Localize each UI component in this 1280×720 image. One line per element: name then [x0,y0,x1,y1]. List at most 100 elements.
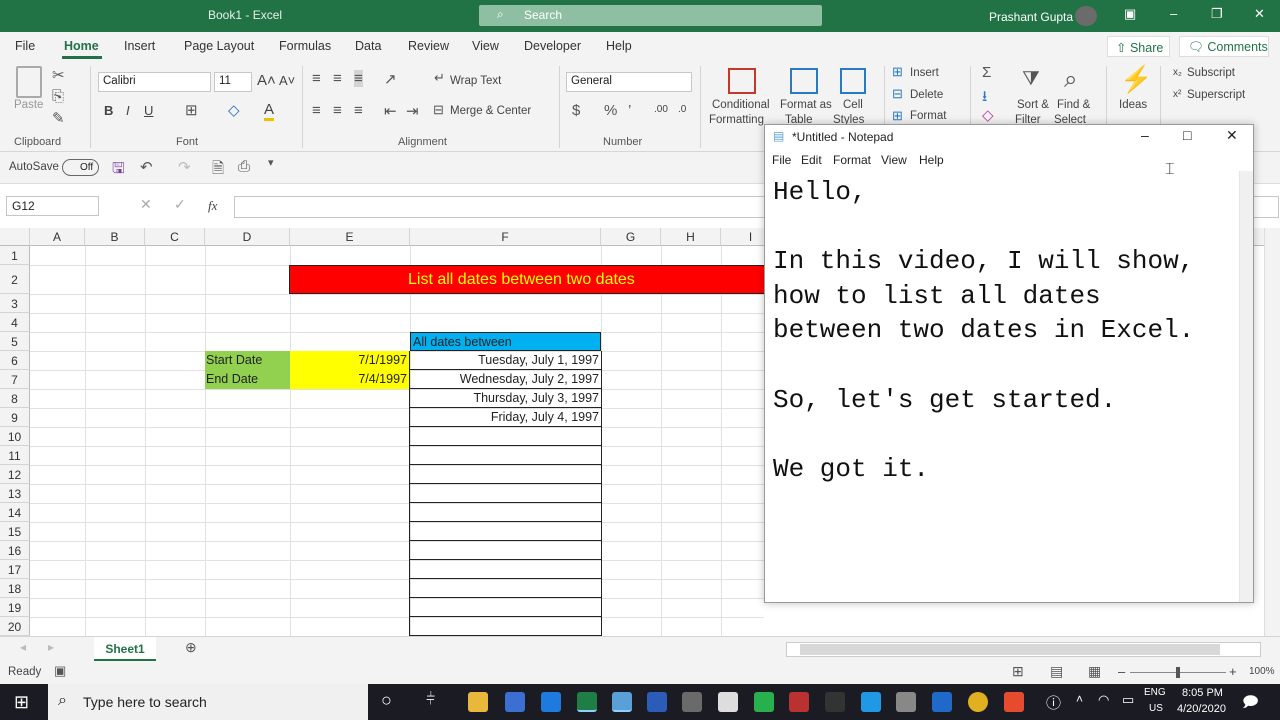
align-left-icon[interactable]: ≡ [312,102,321,119]
store-icon[interactable] [505,692,525,712]
font-color-icon[interactable]: A [264,101,275,121]
tab-insert[interactable]: Insert [124,39,155,53]
font-name-combo[interactable]: Calibri [98,72,211,92]
tab-home[interactable]: Home [64,39,99,53]
notepad-taskbar-icon[interactable] [612,692,632,712]
avatar[interactable] [1075,6,1097,26]
decrease-indent-icon[interactable]: ⇤ [384,102,397,120]
align-center-icon[interactable]: ≡ [333,102,342,119]
format-cells-icon[interactable]: ⊞ [892,108,903,124]
outlook-icon[interactable] [932,692,952,712]
format-painter-icon[interactable]: ✎ [52,109,65,127]
column-header-g[interactable]: G [601,228,661,246]
excel-taskbar-icon[interactable] [577,692,597,712]
clock-time[interactable]: 8:05 PM [1182,687,1223,699]
tab-review[interactable]: Review [408,39,449,53]
column-header-d[interactable]: D [205,228,290,246]
column-header-b[interactable]: B [85,228,145,246]
windows-start-icon[interactable]: ⊞ [14,692,29,713]
date-cell[interactable] [410,579,601,598]
delete-cells-icon[interactable]: ⊟ [892,86,903,102]
date-cell[interactable] [410,484,601,503]
notepad-menu-edit[interactable]: Edit [801,153,822,167]
notepad-title-bar[interactable]: ▤ *Untitled - Notepad – □ ✕ [765,125,1253,149]
comma-icon[interactable]: ’ [628,102,631,119]
date-cell[interactable] [410,617,601,636]
row-header[interactable]: 19 [0,598,30,617]
word-icon[interactable] [647,692,667,712]
currency-icon[interactable]: $ [572,102,580,119]
save-icon[interactable]: 🖫 [112,158,125,183]
row-header[interactable]: 7 [0,370,30,389]
paste-label[interactable]: Paste [14,99,43,111]
conditional-label[interactable]: Conditional [712,99,770,111]
camtasia-icon[interactable] [754,692,774,712]
share-button[interactable]: ⇧ Share [1107,36,1170,57]
sheet-tab-sheet1[interactable]: Sheet1 [94,637,156,661]
snagit-icon[interactable] [1004,692,1024,712]
align-top-icon[interactable]: ≡ [312,70,321,87]
cell-styles-icon[interactable] [840,68,866,94]
row-header[interactable]: 20 [0,617,30,636]
ideas-icon[interactable]: ⚡ [1120,64,1152,95]
align-middle-icon[interactable]: ≡ [333,70,342,87]
column-header-c[interactable]: C [145,228,205,246]
sheet-title-banner[interactable]: List all dates between two dates [289,265,765,294]
copy-icon[interactable]: ⎘ [52,88,64,105]
row-header[interactable]: 12 [0,465,30,484]
cut-icon[interactable]: ✂ [52,66,65,84]
zoom-out-icon[interactable]: – [1118,664,1125,679]
align-bottom-icon[interactable]: ≡ [354,70,363,87]
notification-icon[interactable]: 🗩 [1242,692,1259,717]
row-header[interactable]: 13 [0,484,30,503]
align-right-icon[interactable]: ≡ [354,102,363,119]
notepad-menu-format[interactable]: Format [833,153,871,167]
tray-chevron-icon[interactable]: ˄ [1076,692,1083,706]
cortana-icon[interactable]: ○ [381,690,392,711]
print-icon[interactable]: ⎙ [238,158,250,175]
date-cell[interactable] [410,598,601,617]
dropbox-icon[interactable] [541,692,561,712]
sort-label[interactable]: Sort & [1017,99,1049,111]
date-cell[interactable]: Friday, July 4, 1997 [410,408,601,427]
access-icon[interactable] [789,692,809,712]
tab-view[interactable]: View [472,39,499,53]
minimize-icon[interactable]: – [1170,6,1177,21]
macro-record-icon[interactable]: ▣ [54,663,66,679]
page-layout-icon[interactable]: ▤ [1050,663,1063,680]
start-date-label[interactable]: Start Date [205,351,290,370]
row-header[interactable]: 5 [0,332,30,351]
wifi-icon[interactable]: ◠ [1098,692,1109,708]
row-header[interactable]: 17 [0,560,30,579]
comments-button[interactable]: 🗨 Comments [1179,36,1269,57]
onenote-icon[interactable] [825,692,845,712]
file-explorer-icon[interactable] [468,692,488,712]
date-cell[interactable]: Wednesday, July 2, 1997 [410,370,601,389]
ideas-button[interactable]: Ideas [1119,99,1147,111]
tab-file[interactable]: File [15,39,35,53]
row-header[interactable]: 3 [0,294,30,313]
notepad-text-area[interactable]: Hello, In this video, I will show, how t… [765,171,1239,602]
page-break-icon[interactable]: ▦ [1088,663,1101,680]
row-header[interactable]: 9 [0,408,30,427]
end-date-label[interactable]: End Date [205,370,290,389]
cancel-icon[interactable]: ✕ [140,196,152,213]
merge-center-button[interactable]: Merge & Center [450,105,531,117]
dates-header-cell[interactable]: All dates between [410,332,601,351]
next-sheet-icon[interactable]: ▸ [48,640,54,654]
redo-icon[interactable]: ↷ [178,158,191,176]
customize-qat-icon[interactable]: ▾ [268,156,274,169]
row-header[interactable]: 11 [0,446,30,465]
clear-icon[interactable]: ◇ [982,106,994,124]
notepad-menu-view[interactable]: View [881,153,907,167]
start-date-value[interactable]: 7/1/1997 [290,351,410,370]
undo-icon[interactable]: ↶ [140,158,153,176]
notepad-menu-help[interactable]: Help [919,153,944,167]
notepad-close-icon[interactable]: ✕ [1226,127,1238,144]
language-eng[interactable]: ENG [1144,687,1166,698]
bold-icon[interactable]: B [104,103,113,118]
subscript-button[interactable]: Subscript [1187,67,1235,79]
tab-help[interactable]: Help [606,39,632,53]
increase-indent-icon[interactable]: ⇥ [406,102,419,120]
increase-decimal-icon[interactable]: .00 [654,104,668,115]
